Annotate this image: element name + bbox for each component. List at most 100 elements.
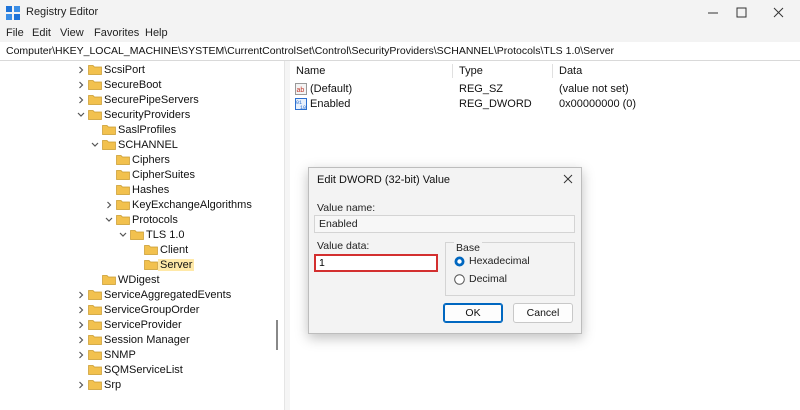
folder-icon [88,80,102,90]
value-data: (value not set) [559,83,629,95]
tree-item[interactable]: ScsiPort [76,63,284,78]
tree-item[interactable]: SecureBoot [76,78,284,93]
tree-item-label: ScsiPort [104,64,145,76]
chevron-right-icon[interactable] [104,200,114,210]
column-header-name[interactable]: Name [296,65,325,77]
column-divider[interactable] [552,64,553,78]
chevron-right-icon[interactable] [76,65,86,75]
value-row[interactable]: 01 10 Enabled REG_DWORD 0x00000000 (0) [290,97,790,112]
value-type: REG_DWORD [459,98,532,110]
tree-item[interactable]: Protocols [104,213,284,228]
hexadecimal-label[interactable]: Hexadecimal [469,255,530,267]
decimal-radio[interactable] [454,274,465,285]
chevron-right-icon[interactable] [76,320,86,330]
tree-item-label: Session Manager [104,334,190,346]
tree-item[interactable]: TLS 1.0 [118,228,284,243]
value-name-field: Enabled [314,215,575,233]
column-header-type[interactable]: Type [459,65,483,77]
chevron-down-icon[interactable] [118,230,128,240]
window-title: Registry Editor [26,6,99,18]
chevron-right-icon[interactable] [76,290,86,300]
registry-editor-icon [6,6,20,20]
menu-edit[interactable]: Edit [32,27,51,39]
address-path[interactable]: Computer\HKEY_LOCAL_MACHINE\SYSTEM\Curre… [6,45,614,57]
chevron-right-icon[interactable] [76,305,86,315]
tree-item-label: SCHANNEL [118,139,178,151]
tree-item[interactable]: Server [132,258,284,273]
cancel-button[interactable]: Cancel [513,303,573,323]
tree-item-label: Hashes [132,184,170,196]
folder-icon [88,365,102,375]
chevron-right-icon[interactable] [76,95,86,105]
tree-item[interactable]: Client [132,243,284,258]
tree-item[interactable]: Session Manager [76,333,284,348]
tree-item[interactable]: Srp [76,378,284,393]
tree-item-label: Server [158,259,195,271]
close-window-button[interactable] [762,0,796,26]
menu-file[interactable]: File [6,27,24,39]
chevron-right-icon[interactable] [76,350,86,360]
folder-icon [116,170,130,180]
chevron-down-icon[interactable] [90,140,100,150]
folder-icon [116,200,130,210]
svg-text:10: 10 [300,105,306,110]
tree-item[interactable]: Ciphers [104,153,284,168]
value-name-text: Enabled [319,218,358,230]
menu-view[interactable]: View [60,27,84,39]
tree-item-label: TLS 1.0 [146,229,185,241]
tree-item[interactable]: SNMP [76,348,284,363]
close-icon [773,7,784,18]
value-row[interactable]: ab (Default) REG_SZ (value not set) [290,82,790,97]
tree-item[interactable]: SecurityProviders [76,108,284,123]
tree-item[interactable]: SaslProfiles [90,123,284,138]
folder-icon [88,380,102,390]
tree-item[interactable]: ServiceAggregatedEvents [76,288,284,303]
folder-icon [130,230,144,240]
binary-value-icon: 01 10 [295,98,307,110]
chevron-right-icon[interactable] [76,335,86,345]
value-name: (Default) [310,83,353,95]
tree-item-label: ServiceProvider [104,319,182,331]
base-group: Base Hexadecimal Decimal [445,242,575,296]
column-header-data[interactable]: Data [559,65,582,77]
chevron-down-icon[interactable] [76,110,86,120]
folder-icon [102,140,116,150]
tree-item[interactable]: SCHANNEL [90,138,284,153]
tree-item[interactable]: Hashes [104,183,284,198]
tree-item-label: Srp [104,379,122,391]
hexadecimal-radio[interactable] [454,256,465,267]
menu-help[interactable]: Help [145,27,168,39]
menu-favorites[interactable]: Favorites [94,27,139,39]
tree-item-label: Ciphers [132,154,170,166]
tree-item[interactable]: SecurePipeServers [76,93,284,108]
tree-item-label: CipherSuites [132,169,195,181]
tree-item-label: SecureBoot [104,79,162,91]
folder-icon [88,305,102,315]
folder-icon [88,65,102,75]
svg-text:ab: ab [297,87,305,94]
tree-item[interactable]: WDigest [90,273,284,288]
value-data: 0x00000000 (0) [559,98,637,110]
decimal-label[interactable]: Decimal [469,273,507,285]
chevron-right-icon[interactable] [76,380,86,390]
folder-icon [102,275,116,285]
registry-tree[interactable]: ScsiPort SecureBoot SecurePipeServers Secur… [0,61,284,410]
tree-item[interactable]: CipherSuites [104,168,284,183]
chevron-down-icon[interactable] [104,215,114,225]
close-icon [563,174,573,184]
tree-scrollbar[interactable] [276,320,278,350]
address-bar[interactable]: Computer\HKEY_LOCAL_MACHINE\SYSTEM\Curre… [0,42,800,61]
tree-item-label: ServiceAggregatedEvents [104,289,232,301]
tree-item[interactable]: KeyExchangeAlgorithms [104,198,284,213]
dialog-close-button[interactable] [561,172,575,186]
folder-icon [88,350,102,360]
maximize-button[interactable] [725,0,759,26]
tree-item[interactable]: ServiceGroupOrder [76,303,284,318]
ok-button[interactable]: OK [443,303,503,323]
tree-item[interactable]: SQMServiceList [76,363,284,378]
chevron-right-icon[interactable] [76,80,86,90]
tree-item[interactable]: ServiceProvider [76,318,284,333]
folder-icon [116,215,130,225]
value-data-input[interactable] [314,254,438,272]
column-divider[interactable] [452,64,453,78]
